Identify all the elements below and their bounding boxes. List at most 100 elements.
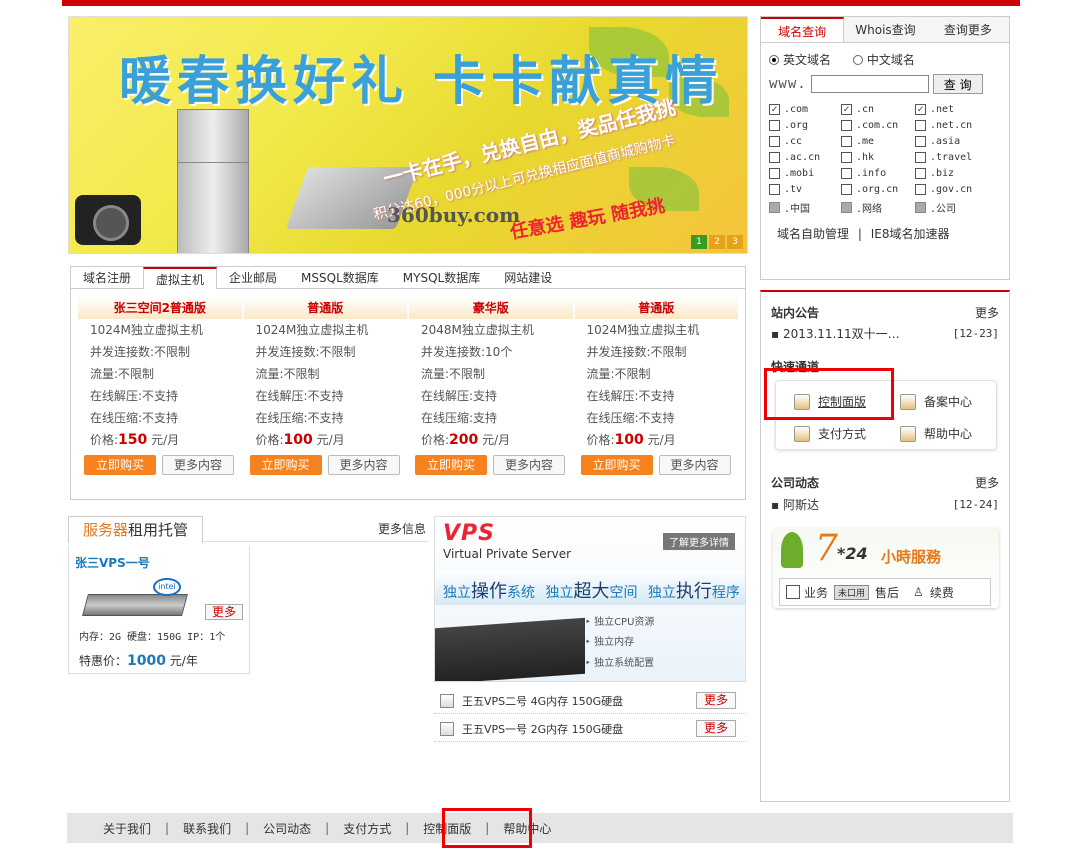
extension-checkbox[interactable]: ✓ .cn bbox=[841, 104, 915, 115]
checkbox-icon bbox=[769, 168, 780, 179]
extension-label: .me bbox=[856, 136, 875, 147]
extension-checkbox[interactable]: .me bbox=[841, 136, 915, 147]
buy-now-button[interactable]: 立即购买 bbox=[84, 455, 156, 475]
radio-english[interactable]: 英文域名 bbox=[769, 53, 831, 67]
buy-now-button[interactable]: 立即购买 bbox=[580, 455, 653, 475]
vps-item-name[interactable]: 王五VPS二号 4G内存 150G硬盘 bbox=[462, 693, 623, 709]
domain-manage-link[interactable]: 域名自助管理 bbox=[777, 227, 849, 241]
extension-checkbox[interactable]: .gov.cn bbox=[915, 184, 1005, 195]
server-more-button[interactable]: 更多 bbox=[205, 604, 243, 620]
extension-checkbox[interactable]: .info bbox=[841, 168, 915, 179]
footer-nav: 关于我们 | 联系我们 | 公司动态 | 支付方式 | 控制面版 | 帮助中心 bbox=[67, 813, 1013, 843]
extension-checkbox[interactable]: .ac.cn bbox=[769, 152, 841, 163]
more-content-button[interactable]: 更多内容 bbox=[162, 455, 234, 475]
server-name[interactable]: 张三VPS一号 bbox=[75, 554, 150, 571]
extension-checkbox[interactable]: .travel bbox=[915, 152, 1005, 163]
radio-dot-icon bbox=[852, 55, 863, 65]
plan-column: 普通版 1024M独立虚拟主机 并发连接数:不限制 流量:不限制 在线解压:不支持 在线压… bbox=[243, 297, 407, 479]
domain-search-button[interactable]: 查 询 bbox=[932, 74, 983, 94]
plan-spec: 并发连接数:不限制 bbox=[586, 345, 687, 359]
slogan-part: 超大 bbox=[573, 581, 610, 602]
quick-payment[interactable]: 支付方式 bbox=[794, 425, 866, 442]
tab-product[interactable]: 虚拟主机 bbox=[143, 267, 218, 289]
tab-product[interactable]: 网站建设 bbox=[492, 267, 564, 288]
vps-subtitle: Virtual Private Server bbox=[443, 547, 572, 561]
extension-checkbox[interactable]: .hk bbox=[841, 152, 915, 163]
pager-1[interactable]: 1 bbox=[691, 235, 707, 249]
extension-checkbox[interactable]: .net.cn bbox=[915, 120, 1005, 131]
service-option-business[interactable]: 业务 bbox=[786, 584, 828, 601]
checkbox-icon bbox=[841, 136, 852, 147]
qq-badge[interactable]: 未口用 bbox=[834, 584, 870, 600]
more-content-button[interactable]: 更多内容 bbox=[493, 455, 565, 475]
domain-input[interactable] bbox=[810, 75, 929, 93]
radio-english-label: 英文域名 bbox=[783, 53, 832, 67]
buy-now-button[interactable]: 立即购买 bbox=[249, 455, 322, 475]
tab-domain-query[interactable]: 域名查询 bbox=[761, 17, 845, 42]
footer-link[interactable]: 联系我们 bbox=[183, 820, 231, 837]
tab-product[interactable]: MSSQL数据库 bbox=[289, 267, 391, 288]
extension-checkbox[interactable]: .org.cn bbox=[841, 184, 915, 195]
extension-checkbox[interactable]: ✓ .net bbox=[915, 104, 1005, 115]
more-content-button[interactable]: 更多内容 bbox=[327, 455, 400, 475]
checkbox-icon bbox=[841, 184, 852, 195]
hours-text: 小時服務 bbox=[881, 548, 942, 566]
extension-checkbox[interactable]: .org bbox=[769, 120, 841, 131]
tab-product[interactable]: 域名注册 bbox=[71, 267, 143, 288]
promo-banner[interactable]: 暖春换好礼 卡卡献真情 一卡在手，兑换自由，奖品任我挑 积分达60，000分以上… bbox=[68, 16, 748, 254]
notice-more-link[interactable]: 更多 bbox=[975, 304, 999, 321]
plan-spec: 1024M独立虚拟主机 bbox=[586, 323, 700, 337]
quick-filing-center[interactable]: 备案中心 bbox=[900, 393, 972, 410]
product-tabs: 域名注册 虚拟主机 企业邮局 MSSQL数据库 MYSQL数据库 网站建设 bbox=[71, 267, 745, 289]
slogan-part: 系统 bbox=[507, 585, 535, 601]
news-item[interactable]: ▪ 阿斯达 bbox=[771, 496, 819, 513]
vps-promo[interactable]: VPS Virtual Private Server 了解更多详情 独立操作系统… bbox=[434, 516, 746, 682]
plan-buttons: 立即购买 更多内容 bbox=[409, 451, 573, 479]
tab-product[interactable]: 企业邮局 bbox=[217, 267, 289, 288]
footer-link[interactable]: 支付方式 bbox=[343, 820, 391, 837]
tab-product[interactable]: MYSQL数据库 bbox=[391, 267, 492, 288]
notice-item[interactable]: ▪ 2013.11.11双十一… bbox=[771, 325, 900, 342]
service-options: 业务 未口用 售后 ♙ 续费 bbox=[779, 578, 991, 606]
buy-now-button[interactable]: 立即购买 bbox=[415, 455, 487, 475]
extension-checkbox[interactable]: .com.cn bbox=[841, 120, 915, 131]
radio-chinese[interactable]: 中文域名 bbox=[852, 53, 915, 67]
domain-type-radios: 英文域名 中文域名 bbox=[761, 43, 1009, 68]
vps-list-item: 王五VPS二号 4G内存 150G硬盘 更多 bbox=[434, 688, 746, 714]
vps-item-name[interactable]: 王五VPS一号 2G内存 150G硬盘 bbox=[462, 721, 623, 737]
service-option-aftersale[interactable]: 售后 bbox=[875, 584, 899, 601]
extension-label: .net bbox=[930, 104, 955, 115]
checkbox-icon bbox=[915, 120, 926, 131]
pager-3[interactable]: 3 bbox=[727, 235, 743, 249]
more-content-button[interactable]: 更多内容 bbox=[658, 455, 731, 475]
pager-2[interactable]: 2 bbox=[709, 235, 725, 249]
footer-link[interactable]: 公司动态 bbox=[263, 820, 311, 837]
vps-item-more-button[interactable]: 更多 bbox=[696, 720, 736, 737]
vps-detail-button[interactable]: 了解更多详情 bbox=[663, 533, 735, 550]
plan-name: 普通版 bbox=[243, 297, 407, 319]
service-option-renew[interactable]: 续费 bbox=[930, 584, 954, 601]
extension-checkbox[interactable]: .biz bbox=[915, 168, 1005, 179]
checkbox-icon bbox=[786, 584, 800, 599]
quick-help-center[interactable]: 帮助中心 bbox=[900, 425, 972, 442]
ie8-accelerator-link[interactable]: IE8域名加速器 bbox=[871, 227, 950, 241]
top-bar bbox=[62, 0, 1020, 6]
extension-checkbox[interactable]: .asia bbox=[915, 136, 1005, 147]
extension-checkbox[interactable]: .公司 bbox=[915, 200, 1005, 215]
extension-checkbox[interactable]: ✓ .com bbox=[769, 104, 841, 115]
vps-item-more-button[interactable]: 更多 bbox=[696, 692, 736, 709]
vps-feature: ‣ 独立CPU资源 bbox=[585, 617, 655, 628]
service-hours-banner: 7 *24 小時服務 业务 未口用 售后 ♙ 续费 bbox=[773, 528, 999, 608]
footer-separator: | bbox=[405, 821, 410, 835]
extension-checkbox[interactable]: .mobi bbox=[769, 168, 841, 179]
tab-query-more[interactable]: 查询更多 bbox=[927, 17, 1009, 42]
vps-logo: VPS bbox=[443, 521, 495, 546]
tab-whois[interactable]: Whois查询 bbox=[844, 17, 926, 42]
footer-link[interactable]: 关于我们 bbox=[103, 820, 151, 837]
extension-checkbox[interactable]: .cc bbox=[769, 136, 841, 147]
extension-checkbox[interactable]: .网络 bbox=[841, 200, 915, 215]
server-more-link[interactable]: 更多信息 bbox=[378, 520, 426, 537]
extension-checkbox[interactable]: .中国 bbox=[769, 200, 841, 215]
extension-checkbox[interactable]: .tv bbox=[769, 184, 841, 195]
news-more-link[interactable]: 更多 bbox=[975, 474, 999, 491]
